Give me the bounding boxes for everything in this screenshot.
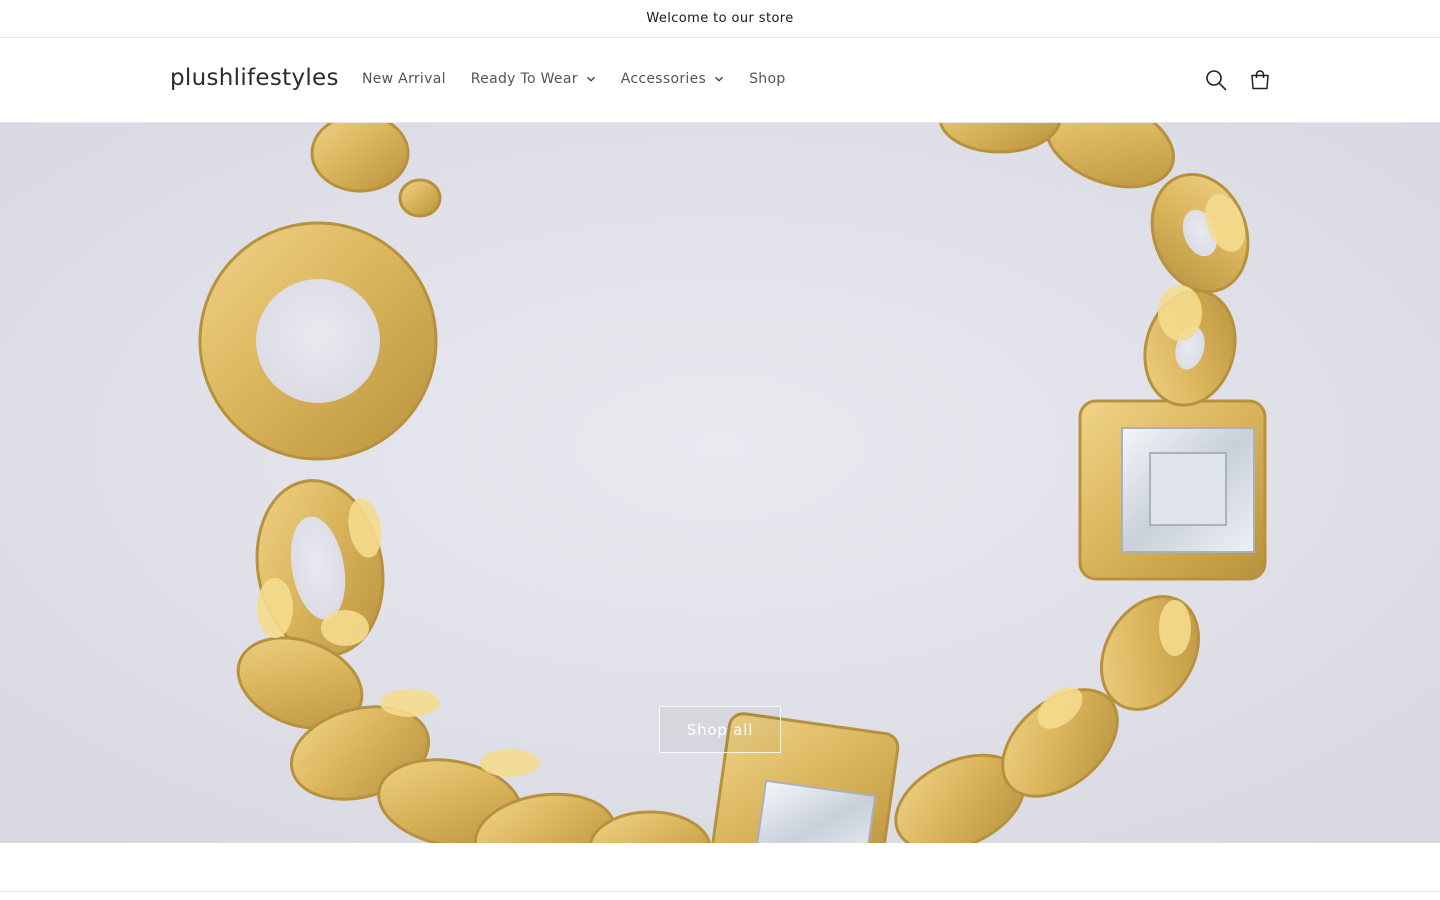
nav-item-label: Accessories <box>620 71 707 87</box>
nav-item-label: Shop <box>749 71 786 87</box>
nav-item-ready-to-wear[interactable]: Ready To Wear <box>471 71 596 87</box>
nav-item-label: Ready To Wear <box>470 71 578 87</box>
store-logo[interactable]: plushlifestyles <box>170 65 339 91</box>
cart-button[interactable] <box>1243 63 1277 97</box>
cart-icon <box>1249 69 1271 91</box>
announcement-text: Welcome to our store <box>646 11 794 26</box>
hero-banner: Shop all <box>0 123 1440 843</box>
nav-item-label: New Arrival <box>362 71 446 87</box>
section-divider <box>0 843 1440 892</box>
chevron-down-icon <box>586 74 596 84</box>
search-button[interactable] <box>1199 63 1233 97</box>
search-icon <box>1205 69 1227 91</box>
nav-item-accessories[interactable]: Accessories <box>621 71 724 87</box>
site-header: plushlifestyles New Arrival Ready To Wea… <box>0 38 1440 123</box>
main-nav: New Arrival Ready To Wear Accessories Sh… <box>362 71 786 87</box>
chevron-down-icon <box>714 74 724 84</box>
nav-item-shop[interactable]: Shop <box>749 71 785 87</box>
announcement-bar: Welcome to our store <box>0 0 1440 38</box>
nav-item-new-arrival[interactable]: New Arrival <box>362 71 446 87</box>
shop-all-button[interactable]: Shop all <box>659 706 781 753</box>
